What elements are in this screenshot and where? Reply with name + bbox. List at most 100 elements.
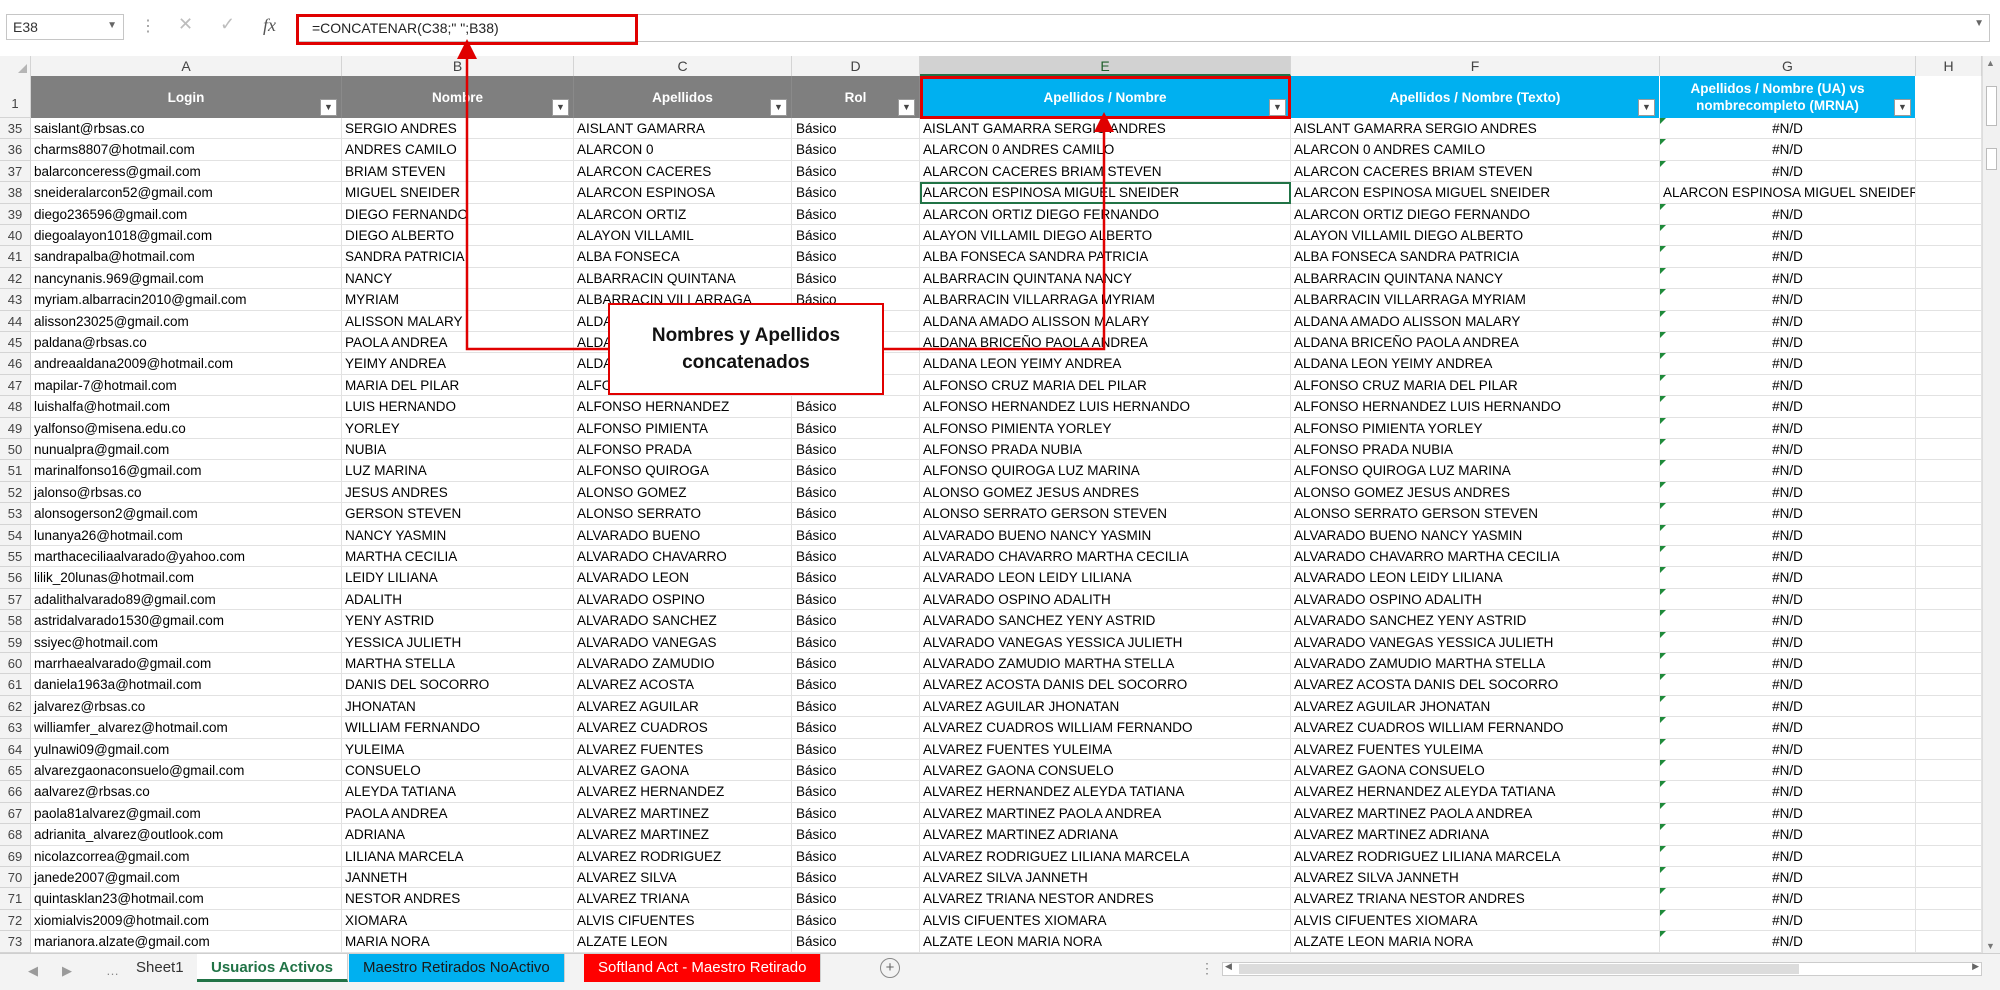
cell-apellidos-nombre-texto[interactable]: ALVAREZ MARTINEZ ADRIANA xyxy=(1291,824,1660,846)
cell-empty[interactable] xyxy=(1916,225,1982,247)
cell-apellidos-nombre-texto[interactable]: ALVARADO VANEGAS YESSICA JULIETH xyxy=(1291,631,1660,653)
cell-apellidos-nombre-texto[interactable]: ALVAREZ ACOSTA DANIS DEL SOCORRO xyxy=(1291,674,1660,696)
cell-apellidos[interactable]: ALVAREZ RODRIGUEZ xyxy=(574,845,792,867)
cell-login[interactable]: aalvarez@rbsas.co xyxy=(31,781,342,803)
cell-empty[interactable] xyxy=(1916,738,1982,760)
cell-apellidos-nombre-ua[interactable]: #N/D xyxy=(1660,524,1916,546)
cell-apellidos-nombre-ua[interactable]: #N/D xyxy=(1660,610,1916,632)
column-header-e[interactable]: E xyxy=(920,56,1291,76)
row-header[interactable]: 53 xyxy=(0,503,31,525)
cell-apellidos-nombre-texto[interactable]: ALFONSO PIMIENTA YORLEY xyxy=(1291,417,1660,439)
cell-apellidos-nombre-texto[interactable]: ALZATE LEON MARIA NORA xyxy=(1291,931,1660,953)
cell-apellidos-nombre-ua[interactable]: #N/D xyxy=(1660,653,1916,675)
expand-formula-bar-icon[interactable]: ▼ xyxy=(1974,18,1984,29)
cell-apellidos[interactable]: ALVAREZ SILVA xyxy=(574,867,792,889)
vertical-scrollbar[interactable]: ▲ ▼ xyxy=(1982,56,2000,953)
cell-rol[interactable]: Básico xyxy=(792,867,920,889)
cell-apellidos[interactable]: ALVAREZ MARTINEZ xyxy=(574,824,792,846)
cell-apellidos-nombre[interactable]: ALFONSO PRADA NUBIA xyxy=(920,439,1291,461)
cell-rol[interactable]: Básico xyxy=(792,246,920,268)
cell-apellidos-nombre-texto[interactable]: ALVAREZ GAONA CONSUELO xyxy=(1291,760,1660,782)
chevron-down-icon[interactable]: ▼ xyxy=(107,20,117,31)
row-header[interactable]: 48 xyxy=(0,396,31,418)
cell-empty[interactable] xyxy=(1916,396,1982,418)
cell-empty[interactable] xyxy=(1916,931,1982,953)
cell-apellidos-nombre-texto[interactable]: ALVAREZ AGUILAR JHONATAN xyxy=(1291,695,1660,718)
scroll-thumb-secondary[interactable] xyxy=(1986,148,1997,170)
cell-apellidos-nombre[interactable]: ALFONSO HERNANDEZ LUIS HERNANDO xyxy=(920,396,1291,418)
cell-login[interactable]: xiomialvis2009@hotmail.com xyxy=(31,909,342,932)
cell-apellidos-nombre-ua[interactable]: #N/D xyxy=(1660,845,1916,867)
cell-nombre[interactable]: CONSUELO xyxy=(342,760,574,782)
cell-apellidos[interactable]: ALARCON 0 xyxy=(574,139,792,161)
scroll-left-icon[interactable]: ◀ xyxy=(1225,961,1232,972)
cell-login[interactable]: janede2007@gmail.com xyxy=(31,867,342,889)
cell-apellidos-nombre-ua[interactable]: #N/D xyxy=(1660,160,1916,183)
cell-nombre[interactable]: ADRIANA xyxy=(342,824,574,846)
cell-empty[interactable] xyxy=(1916,246,1982,268)
cell-apellidos-nombre[interactable]: ALVAREZ RODRIGUEZ LILIANA MARCELA xyxy=(920,845,1291,867)
scroll-right-icon[interactable]: ▶ xyxy=(1972,961,1979,972)
cell-apellidos-nombre-texto[interactable]: ALONSO SERRATO GERSON STEVEN xyxy=(1291,503,1660,525)
row-header[interactable]: 40 xyxy=(0,225,31,247)
cell-login[interactable]: jalvarez@rbsas.co xyxy=(31,695,342,718)
cell-apellidos-nombre[interactable]: ALVAREZ SILVA JANNETH xyxy=(920,867,1291,889)
sheet-tab-maestro-retirados[interactable]: Maestro Retirados NoActivo xyxy=(349,954,565,982)
row-header[interactable]: 62 xyxy=(0,695,31,718)
cell-rol[interactable]: Básico xyxy=(792,802,920,825)
cell-nombre[interactable]: YENY ASTRID xyxy=(342,610,574,632)
row-header[interactable]: 45 xyxy=(0,332,31,354)
sheet-tab-usuarios-activos[interactable]: Usuarios Activos xyxy=(197,954,348,982)
scroll-thumb[interactable] xyxy=(1239,964,1799,974)
cell-apellidos[interactable]: ALBARRACIN QUINTANA xyxy=(574,267,792,290)
cell-apellidos-nombre-ua[interactable]: #N/D xyxy=(1660,225,1916,247)
cell-login[interactable]: alvarezgaonaconsuelo@gmail.com xyxy=(31,760,342,782)
cell-apellidos-nombre-ua[interactable]: #N/D xyxy=(1660,310,1916,332)
column-header-f[interactable]: F xyxy=(1291,56,1660,76)
cell-rol[interactable]: Básico xyxy=(792,674,920,696)
enter-check-icon[interactable]: ✓ xyxy=(220,14,235,35)
cell-apellidos-nombre-ua[interactable]: #N/D xyxy=(1660,760,1916,782)
cell-apellidos-nombre[interactable]: ALARCON 0 ANDRES CAMILO xyxy=(920,139,1291,161)
cell-apellidos[interactable]: ALVAREZ FUENTES xyxy=(574,738,792,760)
cell-nombre[interactable]: PAOLA ANDREA xyxy=(342,802,574,825)
cell-apellidos[interactable]: ALVIS CIFUENTES xyxy=(574,909,792,932)
cell-apellidos-nombre[interactable]: ALZATE LEON MARIA NORA xyxy=(920,931,1291,953)
next-sheet-icon[interactable]: ▶ xyxy=(62,963,72,979)
cell-rol[interactable]: Básico xyxy=(792,845,920,867)
cell-login[interactable]: yulnawi09@gmail.com xyxy=(31,738,342,760)
cell-apellidos-nombre-texto[interactable]: ALVARADO ZAMUDIO MARTHA STELLA xyxy=(1291,653,1660,675)
cell-empty[interactable] xyxy=(1916,888,1982,910)
cell-apellidos-nombre-ua[interactable]: #N/D xyxy=(1660,674,1916,696)
row-header[interactable]: 37 xyxy=(0,160,31,183)
cell-apellidos-nombre-ua[interactable]: #N/D xyxy=(1660,374,1916,397)
cell-empty[interactable] xyxy=(1916,909,1982,932)
cell-apellidos-nombre[interactable]: ALBARRACIN VILLARRAGA MYRIAM xyxy=(920,289,1291,311)
cell-login[interactable]: marrhaealvarado@gmail.com xyxy=(31,653,342,675)
cell-apellidos[interactable]: ALVARADO LEON xyxy=(574,567,792,589)
cell-empty[interactable] xyxy=(1916,203,1982,225)
cell-empty[interactable] xyxy=(1916,845,1982,867)
cell-login[interactable]: nancynanis.969@gmail.com xyxy=(31,267,342,290)
cell-apellidos[interactable]: ALARCON ESPINOSA xyxy=(574,182,792,204)
cell-apellidos-nombre-texto[interactable]: ALDANA AMADO ALISSON MALARY xyxy=(1291,310,1660,332)
filter-dropdown-icon[interactable]: ▼ xyxy=(320,99,337,116)
cell-apellidos-nombre-texto[interactable]: ALARCON 0 ANDRES CAMILO xyxy=(1291,139,1660,161)
column-header-d[interactable]: D xyxy=(792,56,920,76)
row-header[interactable]: 59 xyxy=(0,631,31,653)
cell-apellidos-nombre-texto[interactable]: ALVAREZ HERNANDEZ ALEYDA TATIANA xyxy=(1291,781,1660,803)
cell-login[interactable]: williamfer_alvarez@hotmail.com xyxy=(31,717,342,739)
cell-nombre[interactable]: JESUS ANDRES xyxy=(342,481,574,504)
row-header[interactable]: 67 xyxy=(0,802,31,825)
cell-apellidos-nombre[interactable]: ALVARADO CHAVARRO MARTHA CECILIA xyxy=(920,546,1291,568)
cell-rol[interactable]: Básico xyxy=(792,567,920,589)
cell-apellidos[interactable]: ALFONSO QUIROGA xyxy=(574,460,792,482)
cell-apellidos[interactable]: ALFONSO PIMIENTA xyxy=(574,417,792,439)
prev-sheet-icon[interactable]: ◀ xyxy=(28,963,38,979)
select-all-corner[interactable] xyxy=(0,56,31,76)
cell-apellidos-nombre-ua[interactable]: ALARCON ESPINOSA MIGUEL SNEIDER xyxy=(1660,182,1916,204)
cell-apellidos-nombre-texto[interactable]: ALVIS CIFUENTES XIOMARA xyxy=(1291,909,1660,932)
cell-apellidos-nombre-ua[interactable]: #N/D xyxy=(1660,717,1916,739)
cell-rol[interactable]: Básico xyxy=(792,781,920,803)
cell-empty[interactable] xyxy=(1916,460,1982,482)
